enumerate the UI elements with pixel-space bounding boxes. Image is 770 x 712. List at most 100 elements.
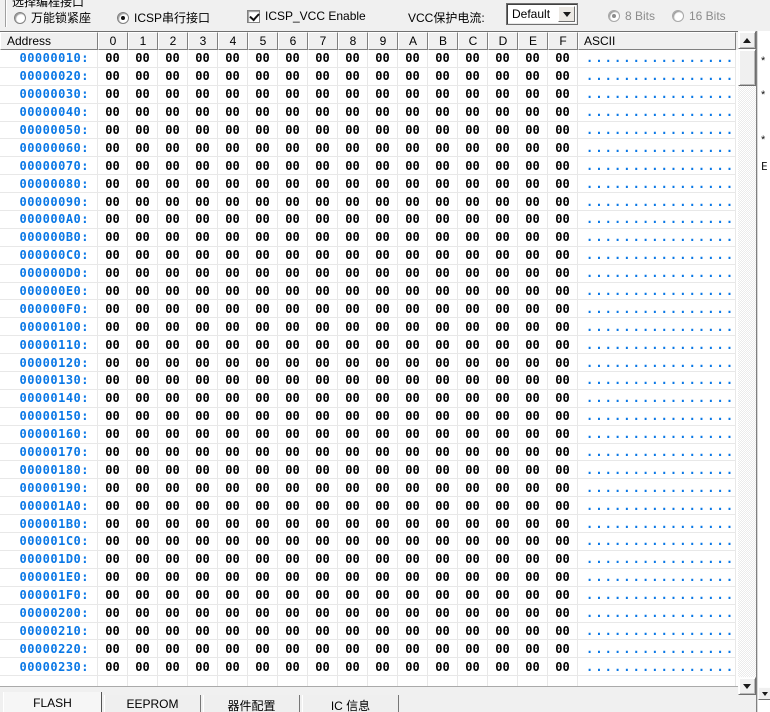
- hex-byte-cell[interactable]: 00: [338, 175, 368, 193]
- hex-byte-cell[interactable]: 00: [458, 318, 488, 336]
- hex-byte-cell[interactable]: 00: [128, 283, 158, 301]
- hex-byte-cell[interactable]: 00: [548, 426, 578, 444]
- hex-byte-cell[interactable]: 00: [488, 533, 518, 551]
- hex-byte-cell[interactable]: 00: [278, 605, 308, 623]
- hex-byte-cell[interactable]: 00: [338, 515, 368, 533]
- hex-byte-cell[interactable]: 00: [98, 104, 128, 122]
- hex-byte-cell[interactable]: 00: [548, 283, 578, 301]
- hex-byte-cell[interactable]: 00: [428, 354, 458, 372]
- hex-byte-cell[interactable]: 00: [218, 86, 248, 104]
- hex-byte-cell[interactable]: 00: [98, 229, 128, 247]
- hex-byte-cell[interactable]: 00: [488, 336, 518, 354]
- hex-byte-cell[interactable]: 00: [218, 587, 248, 605]
- hex-byte-cell[interactable]: 00: [548, 139, 578, 157]
- hex-byte-cell[interactable]: 00: [488, 229, 518, 247]
- hex-byte-cell[interactable]: 00: [128, 336, 158, 354]
- hex-byte-cell[interactable]: 00: [428, 122, 458, 140]
- hex-byte-cell[interactable]: 00: [458, 175, 488, 193]
- hex-byte-cell[interactable]: 00: [488, 157, 518, 175]
- ascii-cell[interactable]: ................: [578, 551, 736, 569]
- hex-byte-cell[interactable]: 00: [218, 139, 248, 157]
- hex-byte-cell[interactable]: 00: [278, 408, 308, 426]
- hex-byte-cell[interactable]: 00: [188, 247, 218, 265]
- hex-byte-cell[interactable]: 00: [98, 444, 128, 462]
- hex-byte-cell[interactable]: 00: [308, 623, 338, 641]
- hex-byte-cell[interactable]: 00: [188, 623, 218, 641]
- hex-byte-cell[interactable]: 00: [398, 175, 428, 193]
- hex-byte-cell[interactable]: 00: [308, 139, 338, 157]
- hex-byte-cell[interactable]: 00: [188, 461, 218, 479]
- hex-byte-cell[interactable]: 00: [278, 515, 308, 533]
- hex-byte-cell[interactable]: 00: [488, 515, 518, 533]
- hex-byte-cell[interactable]: 00: [308, 658, 338, 676]
- hex-byte-cell[interactable]: 00: [458, 658, 488, 676]
- hex-byte-cell[interactable]: 00: [278, 479, 308, 497]
- hex-byte-cell[interactable]: 00: [278, 533, 308, 551]
- hex-byte-cell[interactable]: 00: [488, 408, 518, 426]
- hex-byte-cell[interactable]: 00: [458, 122, 488, 140]
- hex-byte-cell[interactable]: 00: [278, 247, 308, 265]
- hex-byte-cell[interactable]: 00: [368, 569, 398, 587]
- hex-byte-cell[interactable]: 00: [458, 533, 488, 551]
- hex-byte-cell[interactable]: 00: [218, 640, 248, 658]
- hex-byte-cell[interactable]: 00: [338, 605, 368, 623]
- hex-byte-cell[interactable]: 00: [278, 211, 308, 229]
- hex-byte-cell[interactable]: [248, 676, 278, 686]
- hex-byte-cell[interactable]: 00: [248, 569, 278, 587]
- hex-byte-cell[interactable]: 00: [308, 372, 338, 390]
- hex-byte-cell[interactable]: 00: [218, 372, 248, 390]
- hex-byte-cell[interactable]: 00: [278, 569, 308, 587]
- hex-byte-cell[interactable]: 00: [158, 623, 188, 641]
- hex-byte-cell[interactable]: 00: [158, 336, 188, 354]
- hex-byte-cell[interactable]: 00: [458, 104, 488, 122]
- hex-byte-cell[interactable]: 00: [188, 658, 218, 676]
- hex-byte-cell[interactable]: 00: [128, 122, 158, 140]
- hex-byte-cell[interactable]: 00: [188, 426, 218, 444]
- hex-byte-cell[interactable]: 00: [428, 640, 458, 658]
- hex-byte-cell[interactable]: 00: [338, 265, 368, 283]
- hex-byte-cell[interactable]: 00: [278, 193, 308, 211]
- hex-byte-cell[interactable]: 00: [158, 497, 188, 515]
- hex-byte-cell[interactable]: 00: [248, 86, 278, 104]
- hex-byte-cell[interactable]: 00: [398, 533, 428, 551]
- hex-byte-cell[interactable]: 00: [548, 444, 578, 462]
- hex-byte-cell[interactable]: 00: [278, 336, 308, 354]
- hex-byte-cell[interactable]: 00: [548, 372, 578, 390]
- hex-byte-cell[interactable]: 00: [98, 300, 128, 318]
- hex-byte-cell[interactable]: 00: [518, 623, 548, 641]
- hex-byte-cell[interactable]: 00: [278, 104, 308, 122]
- hex-byte-cell[interactable]: 00: [128, 229, 158, 247]
- hex-byte-cell[interactable]: [218, 676, 248, 686]
- hex-byte-cell[interactable]: 00: [368, 68, 398, 86]
- hex-byte-cell[interactable]: 00: [248, 247, 278, 265]
- hex-byte-cell[interactable]: 00: [488, 479, 518, 497]
- hex-byte-cell[interactable]: 00: [368, 175, 398, 193]
- hex-byte-cell[interactable]: 00: [548, 658, 578, 676]
- hex-byte-cell[interactable]: 00: [548, 569, 578, 587]
- hex-byte-cell[interactable]: 00: [458, 390, 488, 408]
- hex-byte-cell[interactable]: 00: [338, 551, 368, 569]
- hex-byte-cell[interactable]: 00: [548, 104, 578, 122]
- hex-byte-cell[interactable]: 00: [248, 229, 278, 247]
- hex-byte-cell[interactable]: 00: [398, 68, 428, 86]
- hex-byte-cell[interactable]: 00: [368, 229, 398, 247]
- hex-byte-cell[interactable]: 00: [218, 175, 248, 193]
- hex-byte-cell[interactable]: 00: [188, 569, 218, 587]
- hex-byte-cell[interactable]: 00: [518, 211, 548, 229]
- hex-byte-cell[interactable]: [158, 676, 188, 686]
- hex-byte-cell[interactable]: 00: [548, 354, 578, 372]
- hex-byte-cell[interactable]: 00: [548, 68, 578, 86]
- hex-byte-cell[interactable]: 00: [128, 461, 158, 479]
- hex-byte-cell[interactable]: 00: [548, 497, 578, 515]
- hex-byte-cell[interactable]: 00: [98, 50, 128, 68]
- hex-byte-cell[interactable]: 00: [98, 426, 128, 444]
- hex-byte-cell[interactable]: 00: [428, 336, 458, 354]
- hex-byte-cell[interactable]: 00: [218, 623, 248, 641]
- ascii-cell[interactable]: ................: [578, 283, 736, 301]
- hex-byte-cell[interactable]: 00: [218, 354, 248, 372]
- hex-byte-cell[interactable]: 00: [308, 86, 338, 104]
- hex-byte-cell[interactable]: 00: [548, 515, 578, 533]
- hex-byte-cell[interactable]: 00: [398, 444, 428, 462]
- tab-flash[interactable]: FLASH: [3, 692, 102, 712]
- ascii-cell[interactable]: ................: [578, 229, 736, 247]
